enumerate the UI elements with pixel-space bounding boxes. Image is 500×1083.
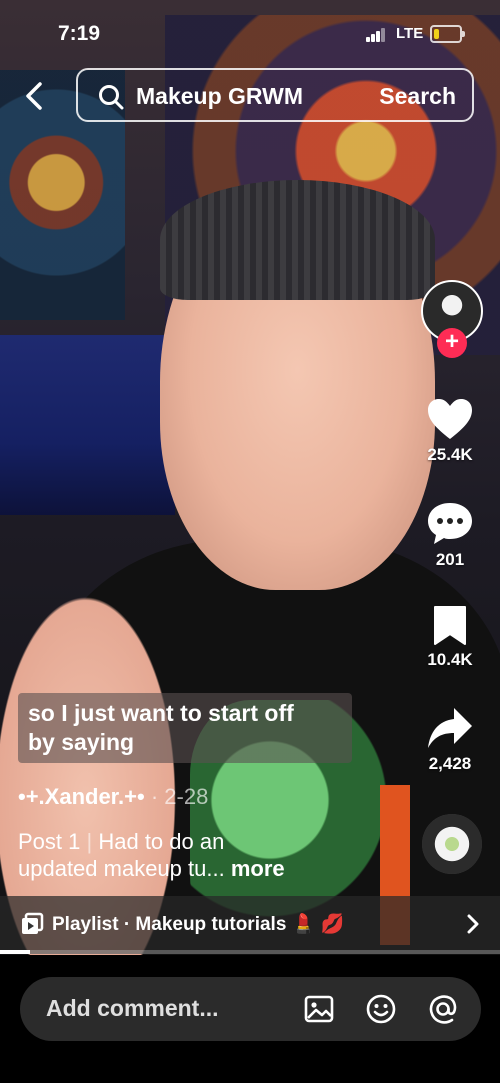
signal-icon: [366, 28, 388, 42]
comments-button[interactable]: 201: [410, 500, 490, 570]
playlist-label: Playlist · Makeup tutorials 💄 💋: [52, 914, 345, 935]
playlist-icon: [20, 912, 44, 936]
playlist-bar[interactable]: Playlist · Makeup tutorials 💄 💋: [0, 896, 500, 954]
comment-bubble-icon: [428, 503, 472, 544]
mention-icon[interactable]: [427, 993, 459, 1025]
comment-bar: Add comment...: [0, 955, 500, 1083]
battery-level: [434, 29, 440, 39]
like-count: 25.4K: [427, 445, 473, 464]
comment-placeholder[interactable]: Add comment...: [46, 995, 219, 1022]
status-bar: 7:19 LTE: [0, 0, 500, 60]
share-button[interactable]: 2,428: [410, 706, 490, 774]
search-bar[interactable]: Makeup GRWM Search: [76, 68, 474, 122]
description-line1: Had to do an: [98, 829, 225, 854]
caption-line-1: so I just want to start off: [28, 700, 294, 726]
creator-name[interactable]: •+.Xander.+•: [18, 784, 145, 809]
heart-icon: [428, 399, 472, 439]
video-frame[interactable]: [0, 0, 500, 955]
person-beanie: [160, 180, 435, 300]
comment-count: 201: [435, 550, 465, 569]
share-count: 2,428: [428, 754, 472, 773]
post-date: · 2-28: [150, 784, 209, 809]
description-prefix: Post 1: [18, 829, 81, 854]
sound-disc[interactable]: [422, 814, 482, 874]
share-arrow-icon: [428, 708, 472, 748]
chevron-right-icon[interactable]: [466, 914, 480, 934]
back-arrow-icon[interactable]: [22, 80, 50, 112]
playback-progress-fill: [0, 950, 30, 954]
search-icon: [98, 84, 124, 110]
description-line2: updated makeup tu...: [18, 856, 225, 881]
comment-input[interactable]: Add comment...: [20, 977, 481, 1041]
like-button[interactable]: 25.4K: [410, 397, 490, 465]
save-button[interactable]: 10.4K: [410, 604, 490, 670]
video-caption: so I just want to start off by saying: [18, 693, 352, 763]
network-type: LTE: [396, 25, 424, 42]
follow-plus-button[interactable]: +: [437, 328, 467, 358]
creator-row[interactable]: •+.Xander.+• · 2-28: [18, 784, 208, 810]
emoji-icon[interactable]: [365, 993, 397, 1025]
more-link[interactable]: more: [231, 856, 285, 881]
save-count: 10.4K: [427, 650, 473, 669]
caption-line-2: by saying: [28, 729, 135, 755]
post-description[interactable]: Post 1 | Had to do an updated makeup tu.…: [18, 828, 408, 882]
status-time: 7:19: [58, 22, 101, 45]
image-icon[interactable]: [303, 993, 335, 1025]
bed-background: [0, 335, 175, 515]
search-button[interactable]: Search: [379, 83, 456, 110]
search-query[interactable]: Makeup GRWM: [136, 83, 303, 110]
bookmark-icon: [434, 606, 466, 645]
description-separator: |: [86, 829, 93, 854]
playback-progress[interactable]: [0, 950, 500, 954]
tiktok-video-screen: 7:19 LTE Makeup GRWM Search + 25.4K 201: [0, 0, 500, 1083]
battery-icon: [430, 25, 465, 43]
